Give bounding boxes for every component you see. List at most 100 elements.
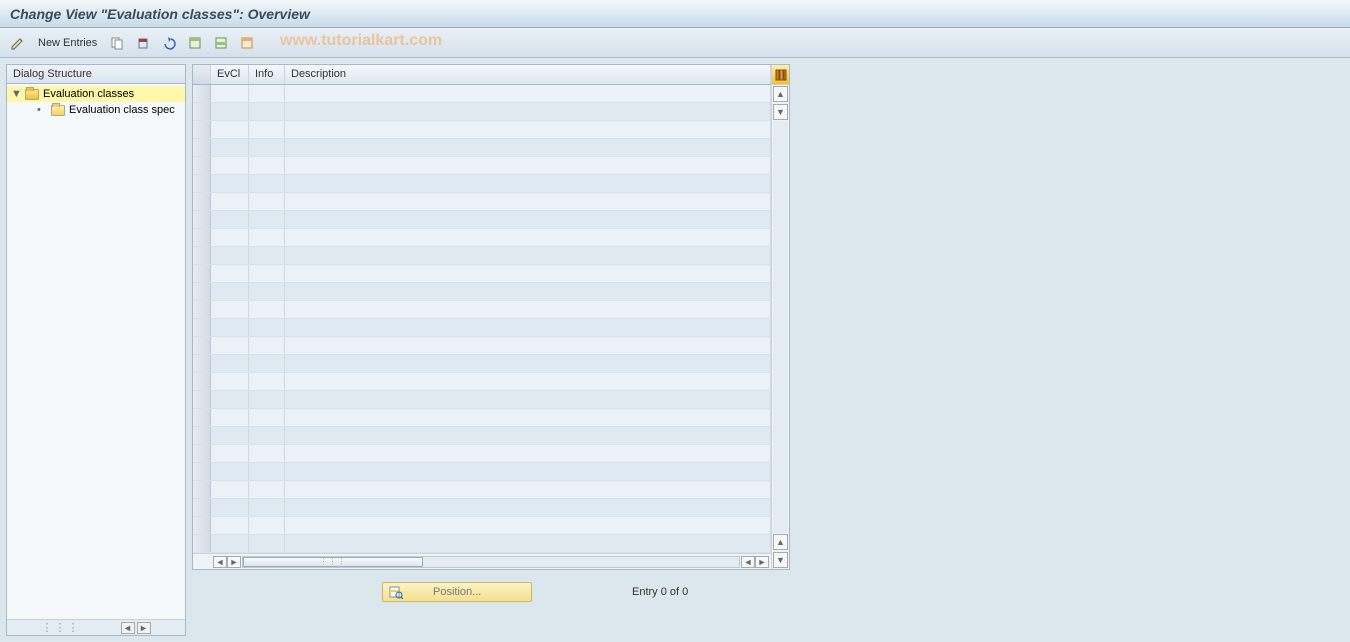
row-header[interactable] bbox=[193, 139, 211, 156]
cell-description[interactable] bbox=[285, 463, 771, 480]
scroll-down-icon[interactable]: ▼ bbox=[773, 104, 788, 120]
table-row[interactable] bbox=[193, 211, 771, 229]
table-row[interactable] bbox=[193, 103, 771, 121]
table-row[interactable] bbox=[193, 427, 771, 445]
row-header[interactable] bbox=[193, 535, 211, 552]
table-row[interactable] bbox=[193, 445, 771, 463]
cell-evcl[interactable] bbox=[211, 157, 249, 174]
cell-evcl[interactable] bbox=[211, 247, 249, 264]
cell-info[interactable] bbox=[249, 499, 285, 516]
cell-evcl[interactable] bbox=[211, 535, 249, 552]
grid-corner[interactable] bbox=[193, 65, 211, 84]
cell-info[interactable] bbox=[249, 193, 285, 210]
select-all-icon[interactable] bbox=[185, 33, 205, 53]
scroll-right-icon[interactable]: ► bbox=[137, 622, 151, 634]
cell-evcl[interactable] bbox=[211, 265, 249, 282]
cell-description[interactable] bbox=[285, 337, 771, 354]
expand-icon[interactable]: ▼ bbox=[11, 88, 21, 100]
cell-info[interactable] bbox=[249, 535, 285, 552]
table-row[interactable] bbox=[193, 283, 771, 301]
column-header-evcl[interactable]: EvCl bbox=[211, 65, 249, 84]
row-header[interactable] bbox=[193, 463, 211, 480]
row-header[interactable] bbox=[193, 121, 211, 138]
table-row[interactable] bbox=[193, 193, 771, 211]
cell-evcl[interactable] bbox=[211, 445, 249, 462]
cell-description[interactable] bbox=[285, 427, 771, 444]
cell-info[interactable] bbox=[249, 103, 285, 120]
cell-info[interactable] bbox=[249, 139, 285, 156]
tree-item-evaluation-classes[interactable]: ▼ Evaluation classes bbox=[7, 86, 185, 102]
cell-description[interactable] bbox=[285, 103, 771, 120]
cell-description[interactable] bbox=[285, 211, 771, 228]
cell-description[interactable] bbox=[285, 139, 771, 156]
scroll-left-icon[interactable]: ◄ bbox=[121, 622, 135, 634]
cell-info[interactable] bbox=[249, 373, 285, 390]
table-row[interactable] bbox=[193, 319, 771, 337]
cell-info[interactable] bbox=[249, 175, 285, 192]
scroll-thumb[interactable]: ⋮⋮⋮ bbox=[243, 557, 423, 567]
cell-description[interactable] bbox=[285, 157, 771, 174]
cell-description[interactable] bbox=[285, 391, 771, 408]
row-header[interactable] bbox=[193, 193, 211, 210]
table-row[interactable] bbox=[193, 175, 771, 193]
cell-info[interactable] bbox=[249, 355, 285, 372]
cell-info[interactable] bbox=[249, 265, 285, 282]
row-header[interactable] bbox=[193, 157, 211, 174]
row-header[interactable] bbox=[193, 445, 211, 462]
cell-evcl[interactable] bbox=[211, 193, 249, 210]
cell-description[interactable] bbox=[285, 373, 771, 390]
tree-item-evaluation-class-spec[interactable]: • Evaluation class spec bbox=[7, 102, 185, 118]
undo-icon[interactable] bbox=[159, 33, 179, 53]
cell-evcl[interactable] bbox=[211, 211, 249, 228]
cell-evcl[interactable] bbox=[211, 103, 249, 120]
table-row[interactable] bbox=[193, 121, 771, 139]
row-header[interactable] bbox=[193, 337, 211, 354]
cell-evcl[interactable] bbox=[211, 409, 249, 426]
table-row[interactable] bbox=[193, 85, 771, 103]
row-header[interactable] bbox=[193, 427, 211, 444]
cell-evcl[interactable] bbox=[211, 85, 249, 102]
row-header[interactable] bbox=[193, 319, 211, 336]
cell-info[interactable] bbox=[249, 463, 285, 480]
cell-info[interactable] bbox=[249, 247, 285, 264]
row-header[interactable] bbox=[193, 211, 211, 228]
cell-info[interactable] bbox=[249, 121, 285, 138]
cell-description[interactable] bbox=[285, 121, 771, 138]
row-header[interactable] bbox=[193, 481, 211, 498]
cell-description[interactable] bbox=[285, 301, 771, 318]
cell-evcl[interactable] bbox=[211, 175, 249, 192]
table-row[interactable] bbox=[193, 481, 771, 499]
row-header[interactable] bbox=[193, 373, 211, 390]
cell-info[interactable] bbox=[249, 409, 285, 426]
cell-description[interactable] bbox=[285, 319, 771, 336]
table-row[interactable] bbox=[193, 499, 771, 517]
cell-description[interactable] bbox=[285, 517, 771, 534]
row-header[interactable] bbox=[193, 517, 211, 534]
select-block-icon[interactable] bbox=[211, 33, 231, 53]
table-row[interactable] bbox=[193, 535, 771, 553]
row-header[interactable] bbox=[193, 283, 211, 300]
cell-evcl[interactable] bbox=[211, 139, 249, 156]
cell-evcl[interactable] bbox=[211, 337, 249, 354]
cell-description[interactable] bbox=[285, 535, 771, 552]
table-row[interactable] bbox=[193, 463, 771, 481]
cell-description[interactable] bbox=[285, 175, 771, 192]
row-header[interactable] bbox=[193, 391, 211, 408]
cell-info[interactable] bbox=[249, 283, 285, 300]
cell-evcl[interactable] bbox=[211, 301, 249, 318]
new-entries-button[interactable]: New Entries bbox=[34, 35, 101, 51]
cell-description[interactable] bbox=[285, 265, 771, 282]
cell-description[interactable] bbox=[285, 499, 771, 516]
cell-info[interactable] bbox=[249, 301, 285, 318]
row-header[interactable] bbox=[193, 301, 211, 318]
table-row[interactable] bbox=[193, 247, 771, 265]
table-row[interactable] bbox=[193, 301, 771, 319]
cell-evcl[interactable] bbox=[211, 463, 249, 480]
cell-description[interactable] bbox=[285, 229, 771, 246]
copy-icon[interactable] bbox=[107, 33, 127, 53]
cell-description[interactable] bbox=[285, 355, 771, 372]
column-header-description[interactable]: Description bbox=[285, 65, 771, 84]
configure-columns-icon[interactable] bbox=[772, 65, 789, 85]
cell-evcl[interactable] bbox=[211, 517, 249, 534]
cell-info[interactable] bbox=[249, 211, 285, 228]
